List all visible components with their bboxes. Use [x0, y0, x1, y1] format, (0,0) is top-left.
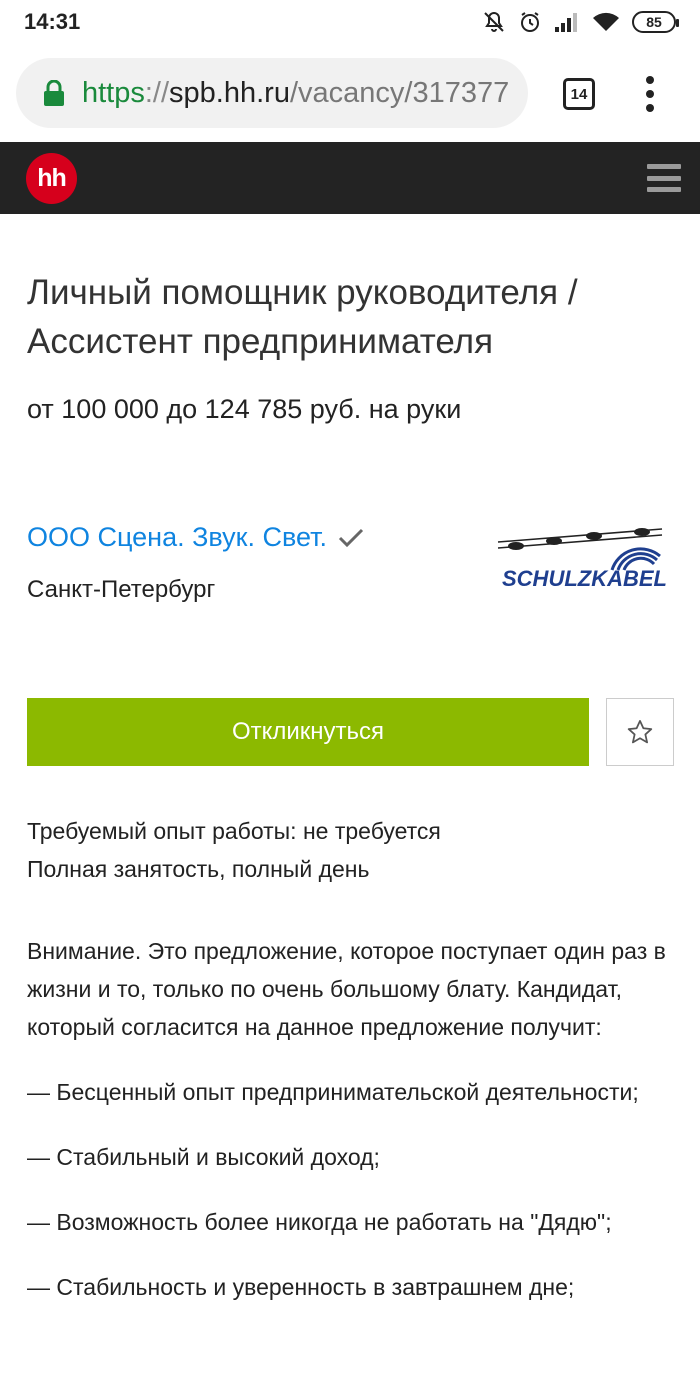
url-path: /vacancy/317377 — [289, 76, 510, 109]
company-link[interactable]: ООО Сцена. Звук. Свет. — [27, 522, 327, 553]
vacancy-title: Личный помощник руководителя / Ассистент… — [27, 268, 667, 366]
star-icon — [627, 720, 653, 744]
description-list-item: — Стабильный и высокий доход; — [27, 1144, 380, 1170]
job-conditions: Требуемый опыт работы: не требуется Полн… — [27, 812, 441, 888]
wifi-icon — [593, 12, 619, 31]
company-row: ООО Сцена. Звук. Свет. — [27, 522, 365, 553]
favorite-button[interactable] — [606, 698, 674, 766]
lock-icon — [44, 80, 64, 106]
hh-logo-text: hh — [37, 164, 67, 192]
url-scheme: https — [82, 76, 145, 109]
company-logo-text: SCHULZKABEL — [502, 566, 666, 591]
mute-icon — [484, 11, 504, 32]
browser-menu-button[interactable] — [640, 74, 660, 114]
description-paragraph: Внимание. Это предложение, которое посту… — [27, 938, 666, 1040]
verified-check-icon — [338, 528, 364, 547]
vacancy-description: Внимание. Это предложение, которое посту… — [27, 932, 677, 1333]
status-time: 14:31 — [24, 9, 81, 34]
apply-button[interactable]: Откликнуться — [27, 698, 589, 766]
battery-icon: 85 — [632, 11, 679, 33]
vacancy-title-line-1: Личный помощник руководителя / — [27, 273, 578, 312]
salary: от 100 000 до 124 785 руб. на руки — [27, 394, 462, 424]
description-list-item: — Стабильность и уверенность в завтрашне… — [27, 1274, 575, 1300]
address-bar[interactable]: https://spb.hh.ru/vacancy/317377 — [16, 58, 528, 128]
site-header: hh — [0, 142, 700, 214]
menu-dot-icon — [646, 104, 654, 112]
tabs-button[interactable]: 14 — [563, 78, 595, 110]
battery-level: 85 — [646, 14, 662, 30]
tabs-count: 14 — [570, 85, 588, 103]
hh-logo[interactable]: hh — [26, 153, 77, 204]
alarm-icon — [521, 12, 539, 32]
signal-icon — [555, 13, 577, 32]
employment-type: Полная занятость, полный день — [27, 856, 370, 882]
url-host: spb.hh.ru — [169, 76, 290, 109]
city: Санкт-Петербург — [27, 576, 216, 603]
experience-required: Требуемый опыт работы: не требуется — [27, 818, 441, 844]
company-logo[interactable]: SCHULZKABEL — [494, 526, 666, 594]
menu-dot-icon — [646, 76, 654, 84]
browser-toolbar: https://spb.hh.ru/vacancy/317377 14 — [0, 44, 700, 142]
status-icons: 85 — [482, 10, 679, 34]
url-separator: :// — [144, 76, 170, 109]
status-bar: 14:31 85 — [0, 0, 700, 44]
hamburger-menu-icon[interactable] — [647, 164, 681, 192]
description-list-item: — Возможность более никогда не работать … — [27, 1209, 612, 1235]
url-text: https://spb.hh.ru/vacancy/317377 — [82, 77, 509, 110]
vacancy-title-line-2: Ассистент предпринимателя — [27, 322, 494, 361]
description-list-item: — Бесценный опыт предпринимательской дея… — [27, 1079, 639, 1105]
menu-dot-icon — [646, 90, 654, 98]
